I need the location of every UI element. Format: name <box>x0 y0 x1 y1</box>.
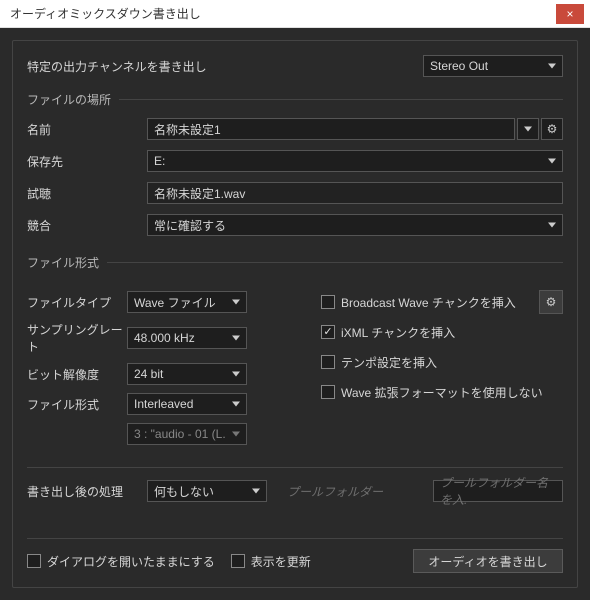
export-button-label: オーディオを書き出し <box>428 553 547 570</box>
window-title: オーディオミックスダウン書き出し <box>10 5 556 22</box>
chevron-down-icon <box>548 223 556 228</box>
bit-depth-row: ビット解像度 24 bit <box>27 363 307 385</box>
file-type-row: ファイルタイプ Wave ファイル <box>27 291 307 313</box>
refresh-label: 表示を更新 <box>251 553 311 570</box>
post-process-row: 書き出し後の処理 何もしない プールフォルダー プールフォルダー名を入. <box>27 480 563 502</box>
file-type-select[interactable]: Wave ファイル <box>127 291 247 313</box>
broadcast-wave-label: Broadcast Wave チャンクを挿入 <box>341 294 516 311</box>
file-format-row: ファイル形式 Interleaved <box>27 393 307 415</box>
output-channel-value: Stereo Out <box>430 59 488 73</box>
output-channel-select[interactable]: Stereo Out <box>423 55 563 77</box>
file-format-legend: ファイル形式 <box>27 254 107 271</box>
broadcast-wave-checkbox[interactable] <box>321 295 335 309</box>
chevron-down-icon <box>548 64 556 69</box>
refresh-row: 表示を更新 <box>231 553 311 570</box>
bit-depth-value: 24 bit <box>134 367 163 381</box>
tempo-row: テンポ設定を挿入 <box>321 351 563 373</box>
keep-open-label: ダイアログを開いたままにする <box>47 553 215 570</box>
export-button[interactable]: オーディオを書き出し <box>413 549 563 573</box>
close-icon: × <box>566 7 573 21</box>
main-panel: 特定の出力チャンネルを書き出し Stereo Out ファイルの場所 名前 <box>12 40 578 588</box>
file-format-value: Interleaved <box>134 397 193 411</box>
ixml-label: iXML チャンクを挿入 <box>341 324 455 341</box>
name-dropdown-button[interactable] <box>517 118 539 140</box>
ixml-checkbox[interactable] <box>321 325 335 339</box>
conflict-select[interactable]: 常に確認する <box>147 214 563 236</box>
post-process-label: 書き出し後の処理 <box>27 483 147 500</box>
sub-select[interactable]: 3 : "audio - 01 (L. <box>127 423 247 445</box>
pool-folder-placeholder: プールフォルダー名を入. <box>440 474 556 508</box>
file-format-select[interactable]: Interleaved <box>127 393 247 415</box>
file-type-value: Wave ファイル <box>134 294 216 311</box>
chevron-down-icon <box>252 489 260 494</box>
wave-ext-label: Wave 拡張フォーマットを使用しない <box>341 384 543 401</box>
sample-rate-select[interactable]: 48.000 kHz <box>127 327 247 349</box>
refresh-checkbox[interactable] <box>231 554 245 568</box>
name-input[interactable] <box>147 118 515 140</box>
name-field[interactable] <box>154 122 508 136</box>
conflict-label: 競合 <box>27 217 147 234</box>
pool-folder-input[interactable]: プールフォルダー名を入. <box>433 480 563 502</box>
post-process-select[interactable]: 何もしない <box>147 480 267 502</box>
conflict-value: 常に確認する <box>154 217 226 234</box>
output-channel-label: 特定の出力チャンネルを書き出し <box>27 58 423 75</box>
export-dialog: オーディオミックスダウン書き出し × 特定の出力チャンネルを書き出し Stere… <box>0 0 590 600</box>
file-location-group: ファイルの場所 名前 ⚙ <box>27 99 563 246</box>
bottom-divider <box>27 538 563 539</box>
preview-value: 名称未設定1.wav <box>154 185 245 202</box>
sample-rate-row: サンプリングレート 48.000 kHz <box>27 321 307 355</box>
chevron-down-icon <box>232 432 240 437</box>
save-to-row: 保存先 E: <box>27 150 563 172</box>
preview-output: 名称未設定1.wav <box>147 182 563 204</box>
format-grid: ファイルタイプ Wave ファイル サンプリングレート 48.000 kHz <box>27 291 563 453</box>
chevron-down-icon <box>232 402 240 407</box>
dialog-footer: ダイアログを開いたままにする 表示を更新 オーディオを書き出し <box>27 549 563 573</box>
bit-depth-select[interactable]: 24 bit <box>127 363 247 385</box>
chevron-down-icon <box>524 127 532 132</box>
gear-icon: ⚙ <box>547 122 558 136</box>
file-type-label: ファイルタイプ <box>27 294 127 311</box>
save-to-select[interactable]: E: <box>147 150 563 172</box>
output-channel-row: 特定の出力チャンネルを書き出し Stereo Out <box>27 55 563 77</box>
bit-depth-label: ビット解像度 <box>27 366 127 383</box>
titlebar: オーディオミックスダウン書き出し × <box>0 0 590 28</box>
chevron-down-icon <box>548 159 556 164</box>
name-label: 名前 <box>27 121 147 138</box>
divider <box>27 467 563 468</box>
chevron-down-icon <box>232 372 240 377</box>
file-location-legend: ファイルの場所 <box>27 91 119 108</box>
close-button[interactable]: × <box>556 4 584 24</box>
gear-icon: ⚙ <box>546 295 557 309</box>
name-row: 名前 ⚙ <box>27 118 563 140</box>
broadcast-wave-settings[interactable]: ⚙ <box>539 290 563 314</box>
content-area: 特定の出力チャンネルを書き出し Stereo Out ファイルの場所 名前 <box>0 28 590 600</box>
broadcast-wave-row: Broadcast Wave チャンクを挿入 ⚙ <box>321 291 563 313</box>
save-to-value: E: <box>154 154 165 168</box>
sub-select-row: 3 : "audio - 01 (L. <box>27 423 307 445</box>
file-format-label: ファイル形式 <box>27 396 127 413</box>
format-right-col: Broadcast Wave チャンクを挿入 ⚙ iXML チャンクを挿入 <box>307 291 563 453</box>
ixml-row: iXML チャンクを挿入 <box>321 321 563 343</box>
sample-rate-value: 48.000 kHz <box>134 331 195 345</box>
sub-select-value: 3 : "audio - 01 (L. <box>134 427 226 441</box>
save-to-label: 保存先 <box>27 153 147 170</box>
chevron-down-icon <box>232 300 240 305</box>
post-process-value: 何もしない <box>154 483 214 500</box>
pool-folder-label: プールフォルダー <box>287 483 383 500</box>
sample-rate-label: サンプリングレート <box>27 321 127 355</box>
conflict-row: 競合 常に確認する <box>27 214 563 236</box>
preview-row: 試聴 名称未設定1.wav <box>27 182 563 204</box>
tempo-label: テンポ設定を挿入 <box>341 354 437 371</box>
wave-ext-checkbox[interactable] <box>321 385 335 399</box>
preview-label: 試聴 <box>27 185 147 202</box>
file-format-group: ファイル形式 ファイルタイプ Wave ファイル <box>27 262 563 512</box>
name-settings-button[interactable]: ⚙ <box>541 118 563 140</box>
format-left-col: ファイルタイプ Wave ファイル サンプリングレート 48.000 kHz <box>27 291 307 453</box>
tempo-checkbox[interactable] <box>321 355 335 369</box>
keep-open-checkbox[interactable] <box>27 554 41 568</box>
chevron-down-icon <box>232 336 240 341</box>
wave-ext-row: Wave 拡張フォーマットを使用しない <box>321 381 563 403</box>
keep-open-row: ダイアログを開いたままにする <box>27 553 215 570</box>
